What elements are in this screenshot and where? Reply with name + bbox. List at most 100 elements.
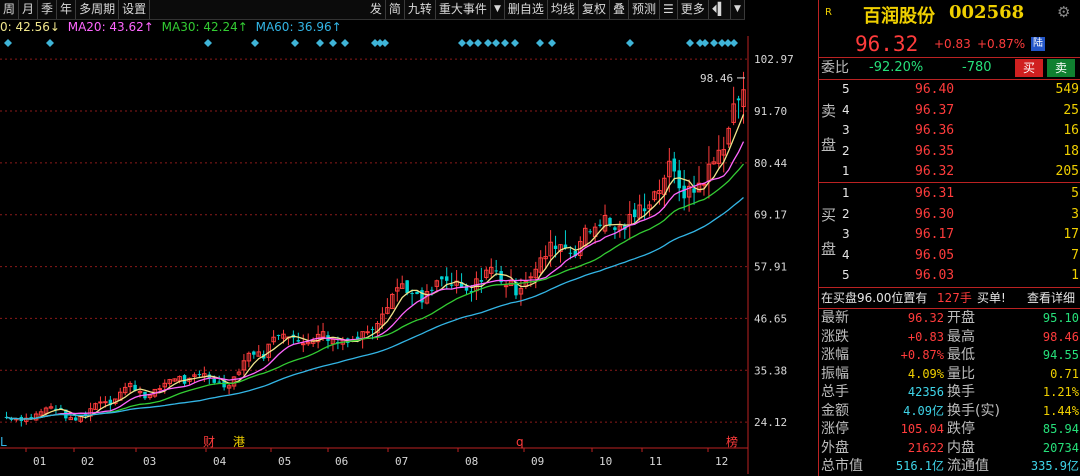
book-side-label: 盘 [821,240,837,258]
lu-tag: 陆 [1031,37,1045,51]
book-volume: 17 [1063,227,1079,243]
signal-diamond [4,39,12,47]
stat-label: 振幅 [821,365,849,382]
toolbar-tool-4[interactable]: ▼ [491,0,505,19]
toolbar-tool-6[interactable]: 均线 [548,0,579,19]
toolbar-tool-10[interactable]: ☰ [660,0,678,19]
kline-chart[interactable]: 102.97 91.70 80.44 69.17 57.91 46.65 35.38 24.1… [0,36,818,476]
toolbar-tool-5[interactable]: 删自选 [505,0,548,19]
ma60-label: MA60: 36.96↑ [255,20,342,34]
stock-code: 002568 [949,2,1025,23]
toolbar-btn-2[interactable]: 季 [38,0,58,19]
view-detail-link[interactable]: 查看详细 [1027,289,1075,307]
book-volume: 549 [1055,82,1079,97]
signal-diamond [492,39,500,47]
book-side-label: 卖 [821,102,837,120]
candle-body [553,245,558,250]
toolbar-tool-0[interactable]: 发 [367,0,386,19]
candle-body [608,217,612,225]
book-level: 1 [842,186,850,200]
book-volume: 7 [1071,247,1079,263]
signal-diamond [466,39,474,47]
weibi-val: -780 [962,60,992,75]
candle-body [296,340,301,342]
signal-diamond [710,39,718,47]
book-price: 96.30 [915,206,955,222]
stat-label: 总市值 [821,458,863,474]
event-mark: L [0,435,7,449]
stat-value: 20734 [1042,440,1079,455]
candle-body [440,276,444,280]
book-level: 4 [842,102,850,117]
stat-row: 金额 4.09亿 换手(实) 1.44% [819,402,1080,420]
stat-value: 85.94 [1042,422,1079,436]
gear-icon[interactable]: ⚙ [1057,3,1070,21]
book-row[interactable]: 2 96.30 3 [819,205,1080,224]
toolbar-btn-4[interactable]: 多周期 [76,0,120,19]
candle-body [276,334,281,336]
toolbar-tool-7[interactable]: 复权 [579,0,610,19]
candle-body [182,375,187,384]
stat-row: 涨停 105.04 跌停 85.94 [819,420,1080,438]
toolbar-btn-5[interactable]: 设置 [119,0,151,19]
notice-suffix: 买单! [977,291,1006,305]
stat-label: 流通值 [947,458,989,474]
toolbar-btn-1[interactable]: 月 [19,0,39,19]
sell-button[interactable]: 卖 [1047,59,1075,77]
toolbar-tool-13[interactable]: ▼ [731,0,745,19]
y-tick-label: 46.65 [754,312,787,325]
stat-label: 涨幅 [821,347,849,363]
stat-value: 335.9亿 [1030,459,1079,473]
buy-button[interactable]: 买 [1015,59,1043,77]
book-row[interactable]: 2 96.35 18 [819,142,1080,161]
book-row[interactable]: 5 96.03 1 [819,266,1080,285]
month-label: 08 [465,455,478,468]
divider [819,182,1080,183]
y-tick-label: 57.91 [754,261,787,274]
book-row[interactable]: 4 96.37 25 [819,101,1080,120]
stat-label: 涨停 [821,421,849,437]
toolbar-tool-9[interactable]: 预测 [629,0,660,19]
book-level: 2 [842,143,850,158]
signal-diamond [251,39,259,47]
y-tick-label: 35.38 [754,364,787,377]
book-price: 96.35 [915,143,955,159]
signal-diamond [316,39,324,47]
toolbar-tool-11[interactable]: 更多 [678,0,709,19]
book-row[interactable]: 4 96.05 7 [819,246,1080,265]
toolbar-btn-3[interactable]: 年 [57,0,77,19]
candle-body [672,158,677,172]
book-level: 1 [842,164,850,179]
stat-label: 量比 [947,365,975,382]
toolbar-tool-3[interactable]: 重大事件 [436,0,491,19]
book-volume: 25 [1063,102,1079,118]
month-label: 02 [81,455,94,468]
book-row[interactable]: 5 96.40 549 [819,80,1080,99]
book-row[interactable]: 3 96.17 17 [819,225,1080,244]
y-tick-label: 80.44 [754,157,787,170]
candle-body [736,98,741,101]
candle-body [479,280,484,282]
notice-volume: 127手 [937,291,972,305]
book-price: 96.32 [915,164,955,180]
book-row[interactable]: 3 96.36 16 [819,121,1080,140]
toolbar-tool-8[interactable]: 叠 [610,0,629,19]
signal-diamond [536,39,544,47]
book-price: 96.36 [915,123,955,139]
stat-label: 最低 [947,347,975,363]
month-label: 10 [599,455,612,468]
book-row[interactable]: 1 96.32 205 [819,162,1080,181]
toolbar-btn-0[interactable]: 周 [0,0,20,19]
toolbar-tool-12[interactable]: ⏴▍ [709,0,731,19]
month-label: 04 [213,455,227,468]
stat-row: 振幅 4.09% 量比 0.71 [819,365,1080,383]
candle-body [252,351,256,355]
month-label: 01 [33,455,46,468]
stat-label: 换手(实) [947,402,1000,419]
book-row[interactable]: 1 96.31 5 [819,184,1080,203]
signal-diamond [511,39,519,47]
toolbar-tool-2[interactable]: 九转 [405,0,436,19]
toolbar-tool-1[interactable]: 简 [386,0,405,19]
candle-body [494,270,498,272]
